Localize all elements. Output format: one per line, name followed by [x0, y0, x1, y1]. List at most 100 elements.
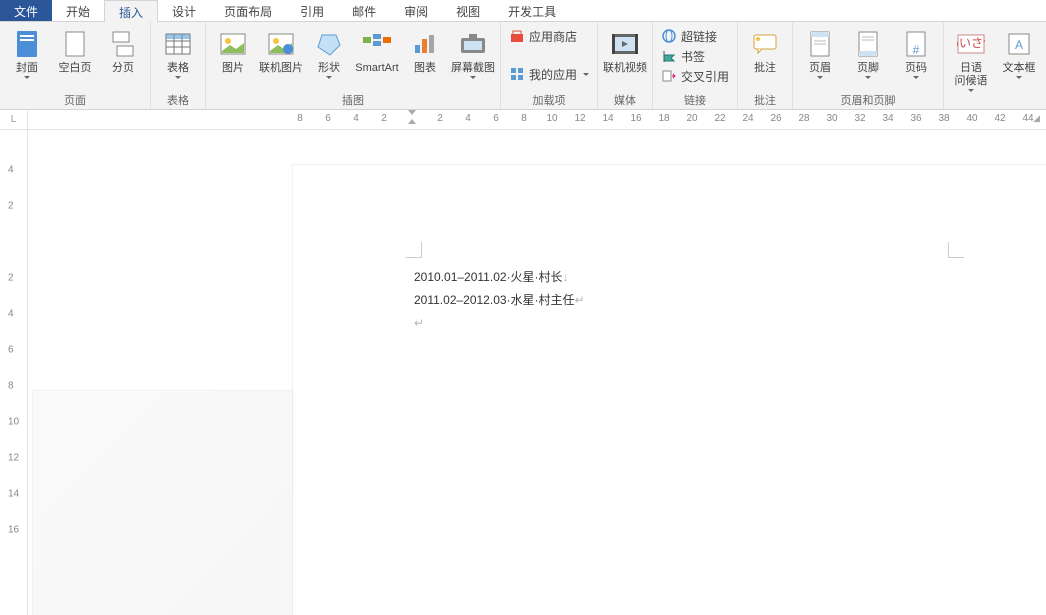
vruler-tick: 10 — [8, 417, 19, 428]
document-content[interactable]: 2010.01–2011.02·火星·村长↓ 2011.02–2012.03·水… — [414, 266, 585, 335]
video-icon — [609, 28, 641, 60]
ruler-tick: 4 — [465, 113, 471, 124]
page-number-button[interactable]: # 页码 — [893, 24, 939, 79]
ruler-tick: 6 — [325, 113, 331, 124]
nav-thumbnail — [32, 390, 304, 615]
svg-text:#: # — [913, 43, 920, 57]
page-break-button[interactable]: 分页 — [100, 24, 146, 75]
greeting-icon: あいさつ — [955, 28, 987, 60]
margin-corner-tr — [948, 242, 964, 258]
footer-icon — [852, 28, 884, 60]
table-icon — [162, 28, 194, 60]
tab-design[interactable]: 设计 — [158, 0, 210, 21]
store-icon — [509, 28, 525, 44]
online-pictures-icon — [265, 28, 297, 60]
margin-corner-tl — [406, 242, 422, 258]
page — [293, 165, 1046, 615]
page-number-icon: # — [900, 28, 932, 60]
group-links: 超链接 书签 交叉引用 链接 — [653, 22, 738, 109]
group-addins: 应用商店 我的应用 加载项 — [501, 22, 598, 109]
screenshot-icon — [457, 28, 489, 60]
ruler-tick: 8 — [297, 113, 303, 124]
screenshot-button[interactable]: 屏幕截图 — [450, 24, 496, 79]
my-apps-icon — [509, 66, 525, 82]
vruler-tick: 2 — [8, 201, 14, 212]
textbox-button[interactable]: A 文本框 — [996, 24, 1042, 79]
jp-greeting-button[interactable]: あいさつ 日语 问候语 — [948, 24, 994, 92]
tab-developer[interactable]: 开发工具 — [494, 0, 570, 21]
cross-ref-button[interactable]: 交叉引用 — [657, 66, 733, 86]
smartart-button[interactable]: SmartArt — [354, 24, 400, 75]
group-tables: 表格 表格 — [151, 22, 206, 109]
ruler-tick: 6 — [493, 113, 499, 124]
hyperlink-icon — [661, 28, 677, 44]
tab-mailings[interactable]: 邮件 — [338, 0, 390, 21]
group-pages: 封面 空白页 分页 页面 — [0, 22, 151, 109]
vruler-tick: 4 — [8, 309, 14, 320]
tab-file[interactable]: 文件 — [0, 0, 52, 21]
vruler-tick: 8 — [8, 381, 14, 392]
group-comments: 批注 批注 — [738, 22, 793, 109]
chart-button[interactable]: 图表 — [402, 24, 448, 75]
ruler-tick: 26 — [770, 113, 781, 124]
ruler-tick: 2 — [381, 113, 387, 124]
group-pages-label: 页面 — [4, 90, 146, 109]
tab-selector[interactable]: L — [0, 110, 28, 129]
workspace: 4 2 2 4 6 8 10 12 14 16 2010.01–2011.02·… — [0, 130, 1046, 615]
ruler-track: 8 6 4 2 2 4 6 8 10 12 14 16 18 20 22 24 … — [28, 110, 1046, 129]
ruler-tick: 8 — [521, 113, 527, 124]
tab-review[interactable]: 审阅 — [390, 0, 442, 21]
horizontal-ruler[interactable]: L 8 6 4 2 2 4 6 8 10 12 14 16 18 20 22 2… — [0, 110, 1046, 130]
shapes-button[interactable]: 形状 — [306, 24, 352, 79]
comment-button[interactable]: 批注 — [742, 24, 788, 75]
online-video-button[interactable]: 联机视频 — [602, 24, 648, 75]
bookmark-button[interactable]: 书签 — [657, 46, 733, 66]
document-area[interactable]: 2010.01–2011.02·火星·村长↓ 2011.02–2012.03·水… — [28, 130, 1046, 615]
ruler-tick: 4 — [353, 113, 359, 124]
ruler-tick: 42 — [994, 113, 1005, 124]
ruler-tick: 20 — [686, 113, 697, 124]
tab-view[interactable]: 视图 — [442, 0, 494, 21]
comment-icon — [749, 28, 781, 60]
smartart-icon — [361, 28, 393, 60]
ruler-tick: 24 — [742, 113, 753, 124]
svg-text:あいさつ: あいさつ — [957, 36, 985, 50]
pictures-button[interactable]: 图片 — [210, 24, 256, 75]
vruler-tick: 16 — [8, 525, 19, 536]
header-button[interactable]: 页眉 — [797, 24, 843, 79]
table-button[interactable]: 表格 — [155, 24, 201, 79]
tab-home[interactable]: 开始 — [52, 0, 104, 21]
ruler-tick: 32 — [854, 113, 865, 124]
blank-page-icon — [59, 28, 91, 60]
group-text-label — [948, 106, 1046, 109]
group-illustrations: 图片 联机图片 形状 SmartArt 图表 屏幕截图 插 — [206, 22, 501, 109]
store-button[interactable]: 应用商店 — [505, 26, 593, 46]
hyperlink-button[interactable]: 超链接 — [657, 26, 733, 46]
svg-text:A: A — [1015, 38, 1023, 52]
tab-layout[interactable]: 页面布局 — [210, 0, 286, 21]
vruler-tick: 6 — [8, 345, 14, 356]
ruler-tick: 18 — [658, 113, 669, 124]
shapes-icon — [313, 28, 345, 60]
cover-page-button[interactable]: 封面 — [4, 24, 50, 79]
pictures-icon — [217, 28, 249, 60]
bookmark-icon — [661, 48, 677, 64]
page-break-icon — [107, 28, 139, 60]
chart-icon — [409, 28, 441, 60]
tab-insert[interactable]: 插入 — [104, 0, 158, 22]
my-apps-button[interactable]: 我的应用 — [505, 64, 593, 84]
ruler-tick: 38 — [938, 113, 949, 124]
vruler-tick: 14 — [8, 489, 19, 500]
blank-page-button[interactable]: 空白页 — [52, 24, 98, 75]
group-illustrations-label: 插图 — [210, 90, 496, 109]
group-header-footer: 页眉 页脚 # 页码 页眉和页脚 — [793, 22, 944, 109]
ruler-tick: 10 — [546, 113, 557, 124]
online-pictures-button[interactable]: 联机图片 — [258, 24, 304, 75]
ruler-tick: 34 — [882, 113, 893, 124]
group-tables-label: 表格 — [155, 90, 201, 109]
group-media: 联机视频 媒体 — [598, 22, 653, 109]
vertical-ruler[interactable]: 4 2 2 4 6 8 10 12 14 16 — [0, 130, 28, 615]
footer-button[interactable]: 页脚 — [845, 24, 891, 79]
ruler-tick: 12 — [574, 113, 585, 124]
tab-references[interactable]: 引用 — [286, 0, 338, 21]
